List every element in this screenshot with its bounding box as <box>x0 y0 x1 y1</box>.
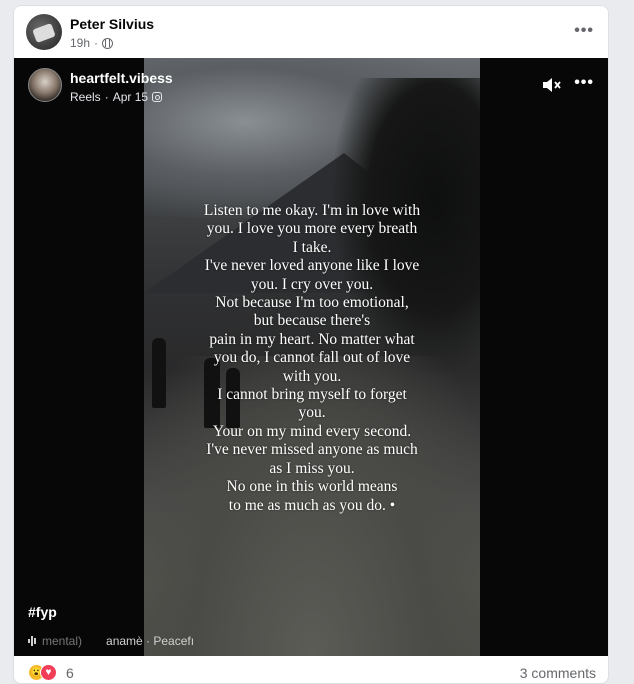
quote-line: Not because I'm too emotional, <box>215 294 409 312</box>
globe-icon <box>102 37 114 49</box>
reel-author-avatar[interactable] <box>28 68 62 102</box>
quote-line: Listen to me okay. I'm in love with <box>203 202 421 219</box>
reel-date: Apr 15 <box>112 90 149 104</box>
audio-title: anamè · Peacefı <box>106 634 195 648</box>
reel-more-options-icon[interactable]: ••• <box>574 74 594 92</box>
quote-line: you do, I cannot fall out of love <box>213 349 411 367</box>
quote-line: with you. <box>282 367 342 385</box>
more-options-icon[interactable]: ••• <box>574 22 594 40</box>
quote-line: but because there's <box>253 312 371 330</box>
author-name[interactable]: Peter Silvius <box>70 16 154 32</box>
reel-quote-text: Listen to me okay. I'm in love with you.… <box>144 202 480 515</box>
reel-hashtag[interactable]: #fyp <box>28 604 57 620</box>
quote-line: pain in my heart. No matter what <box>209 330 415 348</box>
reel-meta: Reels · Apr 15 <box>70 90 163 104</box>
reaction-count[interactable]: 6 <box>66 665 74 681</box>
comments-count[interactable]: 3 comments <box>520 665 596 681</box>
reaction-icons[interactable]: 😮 ♥ <box>28 664 57 681</box>
reel-author-name[interactable]: heartfelt.vibess <box>70 70 173 86</box>
quote-line: Your on my mind every second. <box>212 422 412 440</box>
quote-line: you. <box>298 404 326 422</box>
quote-line: you. I cry over you. <box>250 275 374 293</box>
waveform-icon <box>28 636 36 646</box>
quote-line: I've never loved anyone like I love <box>204 257 420 275</box>
love-reaction-icon: ♥ <box>40 664 57 681</box>
audio-title-faded: mental) <box>42 634 83 648</box>
post-header: Peter Silvius 19h · ••• <box>14 6 608 58</box>
quote-line: you. I love you more every breath <box>206 220 418 238</box>
quote-line: to me as much as you do. • <box>228 496 396 514</box>
reel-audio[interactable]: mental) anamè · Peacefı <box>28 634 194 648</box>
speaker-muted-icon[interactable] <box>542 76 562 94</box>
meta-separator: · <box>94 36 99 50</box>
post-footer: 😮 ♥ 6 3 comments <box>14 656 608 683</box>
quote-line: as I miss you. <box>269 459 355 477</box>
quote-line: I take. <box>292 238 332 256</box>
reel-meta-separator: · <box>104 90 109 104</box>
author-avatar[interactable] <box>26 14 62 50</box>
instagram-icon <box>152 92 163 102</box>
reel-video[interactable]: heartfelt.vibess Reels · Apr 15 ••• List… <box>14 58 608 656</box>
post-meta: 19h · <box>70 36 114 50</box>
post-card: Peter Silvius 19h · ••• heartfelt.vibess… <box>13 5 609 684</box>
quote-line: I've never missed anyone as much <box>206 441 418 459</box>
post-time[interactable]: 19h <box>70 36 90 50</box>
reel-source[interactable]: Reels <box>70 90 101 104</box>
quote-line: No one in this world means <box>226 478 398 496</box>
quote-line: I cannot bring myself to forget <box>217 386 407 404</box>
